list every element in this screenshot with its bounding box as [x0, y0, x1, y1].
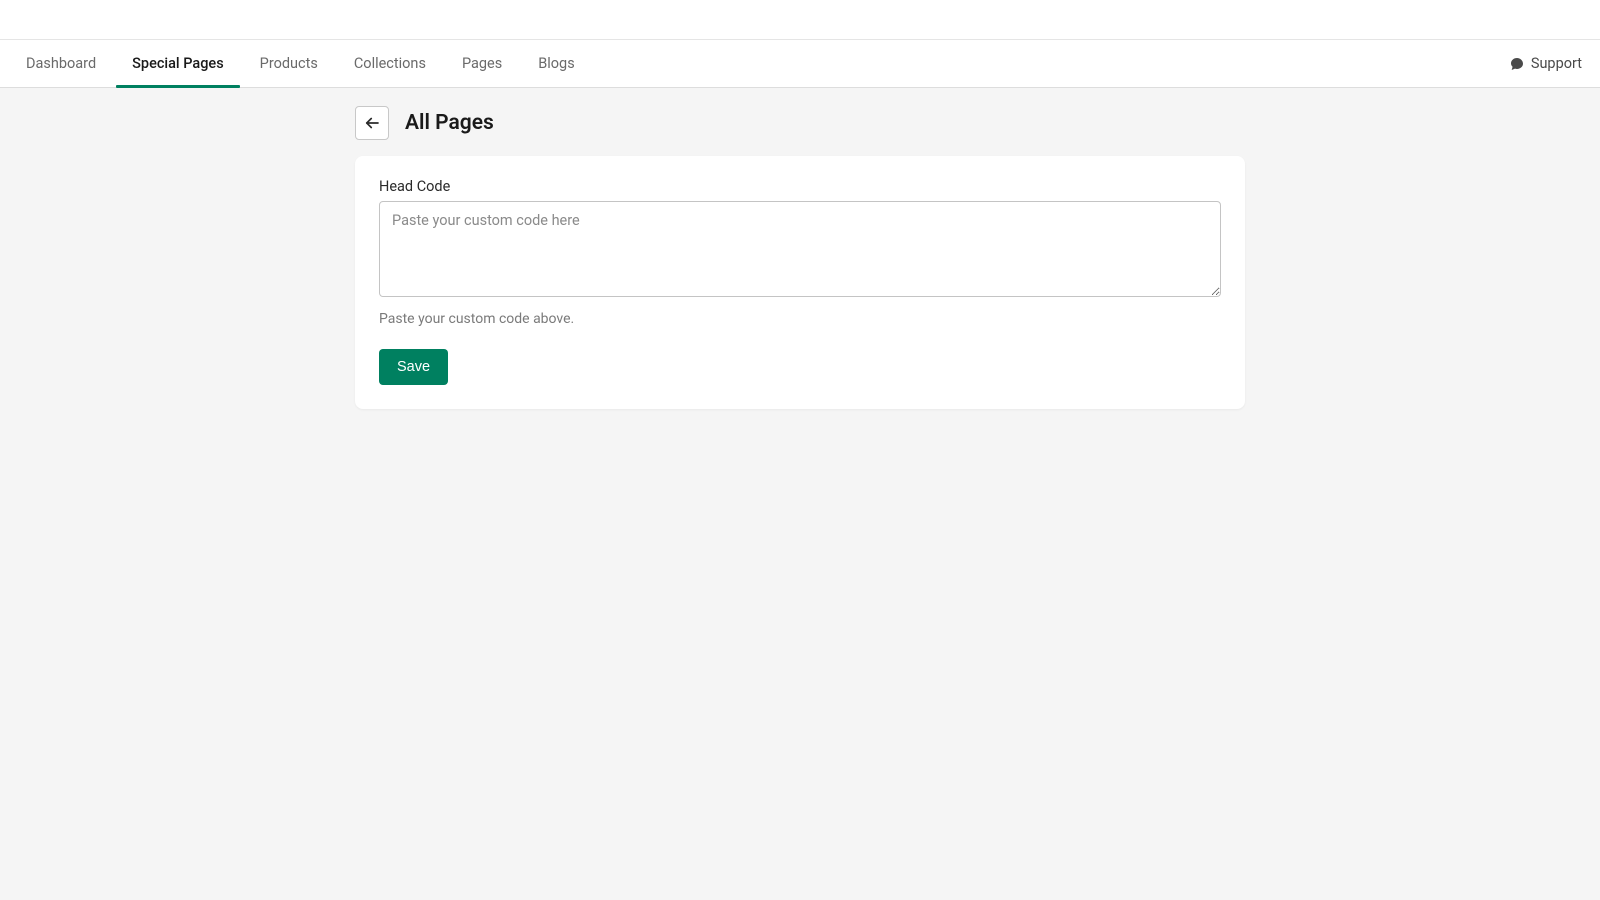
- tab-collections[interactable]: Collections: [338, 40, 442, 87]
- tab-label: Products: [260, 55, 318, 72]
- page-header: All Pages: [355, 106, 1245, 140]
- tab-label: Collections: [354, 55, 426, 72]
- tab-label: Dashboard: [26, 55, 96, 72]
- top-bar: [0, 0, 1600, 40]
- nav-bar: Dashboard Special Pages Products Collect…: [0, 40, 1600, 88]
- page-title: All Pages: [405, 111, 494, 135]
- tab-products[interactable]: Products: [244, 40, 334, 87]
- tab-blogs[interactable]: Blogs: [522, 40, 590, 87]
- tab-dashboard[interactable]: Dashboard: [10, 40, 112, 87]
- arrow-left-icon: [363, 114, 381, 132]
- head-code-card: Head Code Paste your custom code above. …: [355, 156, 1245, 409]
- head-code-input[interactable]: [379, 201, 1221, 297]
- save-button[interactable]: Save: [379, 349, 448, 385]
- support-button[interactable]: Support: [1509, 55, 1582, 72]
- tab-label: Special Pages: [132, 55, 224, 72]
- tab-label: Pages: [462, 55, 502, 72]
- support-label: Support: [1531, 55, 1582, 72]
- content-wrap: All Pages Head Code Paste your custom co…: [355, 106, 1245, 409]
- save-button-label: Save: [397, 359, 430, 375]
- nav-tabs: Dashboard Special Pages Products Collect…: [10, 40, 595, 87]
- back-button[interactable]: [355, 106, 389, 140]
- chat-icon: [1509, 56, 1525, 72]
- page-body: All Pages Head Code Paste your custom co…: [0, 88, 1600, 900]
- helper-text: Paste your custom code above.: [379, 311, 1221, 327]
- tab-pages[interactable]: Pages: [446, 40, 518, 87]
- tab-label: Blogs: [538, 55, 574, 72]
- tab-special-pages[interactable]: Special Pages: [116, 40, 240, 87]
- head-code-label: Head Code: [379, 178, 1221, 195]
